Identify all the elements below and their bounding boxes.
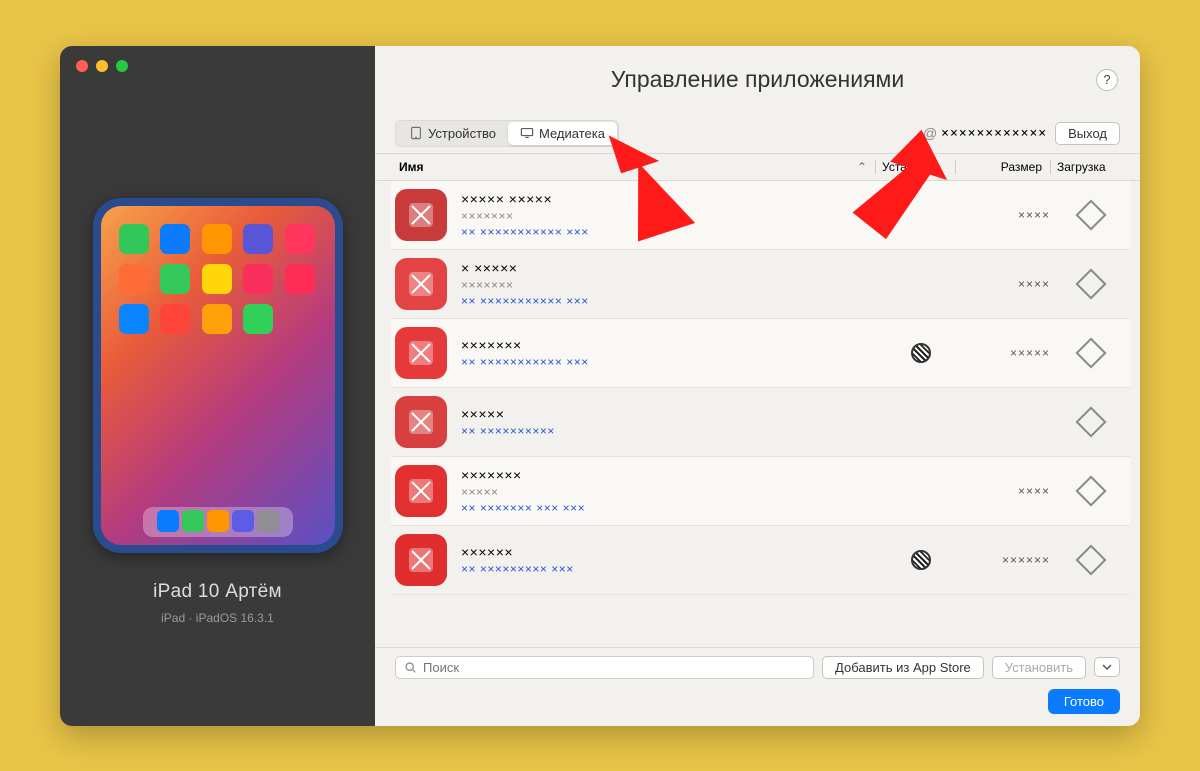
app-meta: ×××××××××××××× ××××××× ××× ××× (461, 467, 881, 515)
app-row[interactable]: ××××× ×× ×××××××××× (391, 388, 1130, 457)
installed-indicator (881, 343, 961, 363)
app-icon (395, 534, 447, 586)
download-cell[interactable] (1056, 204, 1126, 226)
add-from-app-store-button[interactable]: Добавить из App Store (822, 656, 984, 679)
app-subtitle: ××××× (461, 485, 881, 499)
app-description: ×× ××××××××× ××× (461, 562, 881, 576)
device-screen (101, 206, 335, 545)
download-icon (1075, 268, 1106, 299)
chevron-down-icon (1101, 661, 1113, 673)
install-button[interactable]: Установить (992, 656, 1086, 679)
download-icon (1075, 406, 1106, 437)
app-meta: ××××××× ×× ××××××××××× ××× (461, 337, 881, 369)
footer: Добавить из App Store Установить Готово (375, 647, 1140, 726)
app-name-label: ××××××× (461, 467, 881, 483)
app-subtitle: ××××××× (461, 209, 881, 223)
app-row[interactable]: ××××××× ×× ××××××××××× ××× ××××× (391, 319, 1130, 388)
app-name-label: ×××××× (461, 544, 881, 560)
app-list[interactable]: ××××× ×××××××××××××× ××××××××××× ×××××××… (375, 181, 1140, 647)
device-preview (93, 198, 343, 553)
app-row[interactable]: ×××××××××××××× ××××××× ××× ××××××× (391, 457, 1130, 526)
col-installed-header[interactable]: Установ... (875, 160, 955, 174)
app-row[interactable]: × ××××× ××××××× ×× ××××××××××× ××× ×××× (391, 250, 1130, 319)
device-subtitle: iPad · iPadOS 16.3.1 (161, 611, 274, 625)
sort-indicator: ⌃ (857, 160, 875, 174)
download-cell[interactable] (1056, 549, 1126, 571)
app-icon (395, 189, 447, 241)
app-description: ×× ××××××××××× ××× (461, 355, 881, 369)
download-cell[interactable] (1056, 480, 1126, 502)
titlebar: Управление приложениями ? (375, 46, 1140, 114)
app-name-label: ××××××× (461, 337, 881, 353)
app-size: ×××× (961, 484, 1056, 498)
download-cell[interactable] (1056, 342, 1126, 364)
col-download-header[interactable]: Загрузка (1050, 160, 1120, 174)
app-window: iPad 10 Артём iPad · iPadOS 16.3.1 Управ… (60, 46, 1140, 726)
installed-indicator (881, 550, 961, 570)
app-meta: ××××× ××××× ××××××× ×× ××××××××××× ××× (461, 191, 881, 239)
tab-device-label: Устройство (428, 126, 496, 141)
download-icon (1075, 337, 1106, 368)
download-icon (1075, 199, 1106, 230)
app-size: ××××× (961, 346, 1056, 360)
app-subtitle: ××××××× (461, 278, 881, 292)
col-name-header[interactable]: Имя (395, 160, 857, 174)
tab-library-label: Медиатека (539, 126, 605, 141)
app-meta: ×××××× ×× ××××××××× ××× (461, 544, 881, 576)
minimize-window-button[interactable] (96, 60, 108, 72)
app-meta: ××××× ×× ×××××××××× (461, 406, 881, 438)
app-description: ×× ××××××××××× ××× (461, 294, 881, 308)
app-size: ×××× (961, 208, 1056, 222)
download-cell[interactable] (1056, 411, 1126, 433)
app-description: ×× ××××××× ××× ××× (461, 501, 881, 515)
app-icon (395, 396, 447, 448)
display-icon (520, 126, 534, 140)
app-description: ×× ××××××××××× ××× (461, 225, 881, 239)
install-menu-button[interactable] (1094, 657, 1120, 677)
search-input[interactable] (423, 660, 805, 675)
help-button[interactable]: ? (1096, 69, 1118, 91)
app-name-label: × ××××× (461, 260, 881, 276)
app-icon (395, 327, 447, 379)
app-icon (395, 258, 447, 310)
tablet-icon (409, 126, 423, 140)
tab-library[interactable]: Медиатека (508, 122, 617, 145)
logout-button[interactable]: Выход (1055, 122, 1120, 145)
account-email: ×××××××××××× (941, 126, 1047, 141)
download-icon (1075, 544, 1106, 575)
download-cell[interactable] (1056, 273, 1126, 295)
app-row[interactable]: ×××××× ×× ××××××××× ××× ×××××× (391, 526, 1130, 595)
download-icon (1075, 475, 1106, 506)
app-icon (395, 465, 447, 517)
col-size-header[interactable]: Размер (955, 160, 1050, 174)
app-size: ×××××× (961, 553, 1056, 567)
sidebar: iPad 10 Артём iPad · iPadOS 16.3.1 (60, 46, 375, 726)
search-field[interactable] (395, 656, 814, 679)
app-size: ×××× (961, 277, 1056, 291)
device-name: iPad 10 Артём (153, 581, 282, 603)
window-controls (76, 60, 128, 72)
tab-device[interactable]: Устройство (397, 122, 508, 145)
app-meta: × ××××× ××××××× ×× ××××××××××× ××× (461, 260, 881, 308)
close-window-button[interactable] (76, 60, 88, 72)
at-icon: @ (923, 125, 937, 141)
app-name-label: ××××× ××××× (461, 191, 881, 207)
account-info: @ ×××××××××××× (923, 125, 1047, 141)
toolbar: Устройство Медиатека @ ×××××××××××× Выхо… (375, 114, 1140, 154)
done-button[interactable]: Готово (1048, 689, 1120, 714)
app-name-label: ××××× (461, 406, 881, 422)
page-title: Управление приложениями (611, 66, 904, 93)
view-segment: Устройство Медиатека (395, 120, 619, 147)
column-headers: Имя ⌃ Установ... Размер Загрузка (375, 154, 1140, 181)
app-row[interactable]: ××××× ××××× ××××××× ×× ××××××××××× ××× ×××× (391, 181, 1130, 250)
app-description: ×× ×××××××××× (461, 424, 881, 438)
search-icon (404, 661, 417, 674)
zoom-window-button[interactable] (116, 60, 128, 72)
main-panel: Управление приложениями ? Устройство Мед… (375, 46, 1140, 726)
